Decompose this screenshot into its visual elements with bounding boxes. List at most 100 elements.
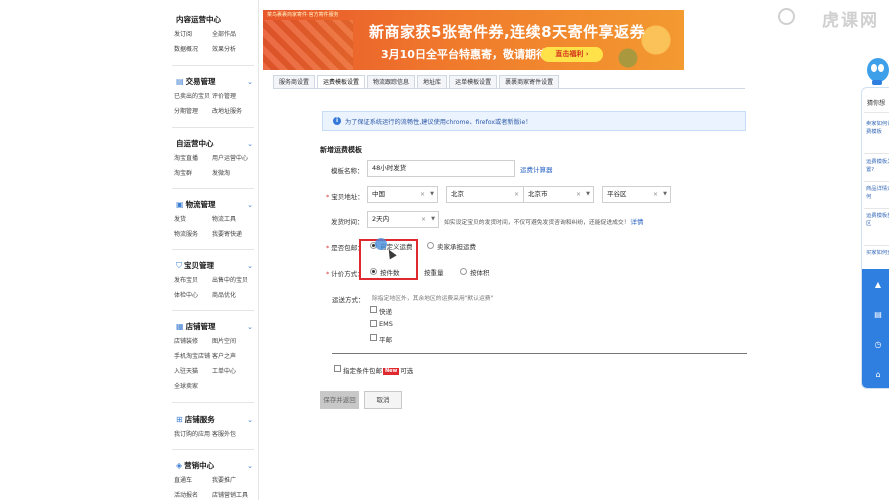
- tab-provider-settings[interactable]: 服务商设置: [273, 75, 316, 89]
- sidebar-link[interactable]: 我要寄快递: [212, 227, 262, 242]
- sidebar-link[interactable]: 淘宝直播: [174, 151, 212, 166]
- sidebar-link[interactable]: 物流工具: [212, 212, 262, 227]
- sidebar-link[interactable]: 数据概况: [174, 42, 212, 57]
- seller-pays-label[interactable]: 卖家承担运费: [437, 241, 476, 251]
- sidebar-link[interactable]: 店铺装修: [174, 334, 212, 349]
- sidebar-link[interactable]: 效果分析: [212, 42, 262, 57]
- ems-checkbox[interactable]: [370, 320, 377, 327]
- assistant-question[interactable]: 卖家如何设置运费模板: [866, 120, 889, 136]
- sidebar-link[interactable]: 图片空间: [212, 334, 262, 349]
- cancel-button[interactable]: 取消: [364, 391, 402, 409]
- country-select[interactable]: 中国 × ▼: [367, 186, 438, 203]
- sidebar-link[interactable]: 淘宝群: [174, 166, 212, 181]
- chevron-down-icon[interactable]: ⌄: [247, 75, 253, 89]
- sidebar-link[interactable]: 我要推广: [212, 473, 262, 488]
- surface-mail-label[interactable]: 平邮: [379, 334, 392, 344]
- sidebar-link[interactable]: 用户运营中心: [212, 151, 262, 166]
- surface-mail-checkbox[interactable]: [370, 334, 377, 341]
- template-name-input[interactable]: 48小时发货: [367, 160, 515, 177]
- assistant-panel: 猜你想 卖家如何设置运费模板 运费模板怎么设置? 商品详情运费如何 运费模板部分…: [861, 87, 889, 389]
- sidebar-link[interactable]: 发微淘: [212, 166, 262, 181]
- assistant-question[interactable]: 运费模板部分地区: [866, 212, 889, 228]
- chevron-down-icon[interactable]: ⌄: [247, 459, 253, 473]
- banner-button[interactable]: 直击福利 ›: [541, 47, 603, 62]
- sidebar-link[interactable]: 已卖出的宝贝: [174, 89, 212, 104]
- province-select[interactable]: 北京×▼: [446, 186, 532, 203]
- tab-guoguo-settings[interactable]: 裹裹商家寄件设置: [499, 75, 560, 89]
- city-select[interactable]: 北京市 × ▼: [523, 186, 594, 203]
- sidebar-link[interactable]: 出售中的宝贝: [212, 273, 262, 288]
- sidebar-link[interactable]: 手机淘宝店铺: [174, 349, 212, 364]
- promo-banner[interactable]: 菜鸟裹裹商家寄件·官方寄件服务 新商家获5张寄件券,连续8天寄件享返券 3月10…: [263, 10, 684, 70]
- calculator-link[interactable]: 运费计算器: [520, 164, 553, 174]
- assistant-chat-icon[interactable]: ▲: [872, 279, 884, 291]
- assistant-home-icon[interactable]: ⌂: [872, 369, 884, 381]
- sidebar-link[interactable]: 客户之声: [212, 349, 262, 364]
- express-checkbox[interactable]: [370, 306, 377, 313]
- assistant-question[interactable]: 买家如何查询: [866, 249, 889, 257]
- sidebar-link[interactable]: 我订购的应用: [174, 427, 212, 442]
- sidebar-link[interactable]: 全部作品: [212, 27, 262, 42]
- sidebar-link[interactable]: 物流服务: [174, 227, 212, 242]
- sidebar-link[interactable]: 发布宝贝: [174, 273, 212, 288]
- assistant-question[interactable]: 商品详情运费如何: [866, 185, 889, 201]
- by-volume-radio[interactable]: [460, 268, 467, 275]
- sidebar-section-title[interactable]: ⛉ 宝贝管理 ⌄: [167, 259, 259, 273]
- conditional-free-label[interactable]: 指定条件包邮 New 可选: [343, 365, 413, 375]
- sidebar-link[interactable]: 改地址服务: [212, 104, 262, 119]
- sidebar-link[interactable]: 工单中心: [212, 364, 262, 379]
- sidebar-link[interactable]: 直通车: [174, 473, 212, 488]
- sidebar-link[interactable]: 评价管理: [212, 89, 262, 104]
- sidebar-section-title[interactable]: ▤ 交易管理 ⌄: [167, 75, 259, 89]
- district-select[interactable]: 平谷区 × ▼: [602, 186, 671, 203]
- ship-time-select[interactable]: 2天内 × ▼: [367, 211, 439, 228]
- sidebar-section-title[interactable]: ▦ 店铺管理 ⌄: [167, 320, 259, 334]
- clear-icon[interactable]: ×: [420, 187, 425, 202]
- sidebar-link[interactable]: 商品优化: [212, 288, 262, 303]
- sidebar-section-title[interactable]: 内容运营中心: [167, 13, 259, 27]
- chevron-down-icon[interactable]: ⌄: [247, 198, 253, 212]
- assistant-doc-icon[interactable]: ▤: [872, 309, 884, 321]
- sidebar-section-title[interactable]: ⊞ 店铺服务 ⌄: [167, 413, 259, 427]
- ems-label[interactable]: EMS: [379, 320, 393, 328]
- assistant-mascot-icon[interactable]: [864, 52, 889, 86]
- sidebar-link[interactable]: 活动报名: [174, 488, 212, 500]
- chevron-down-icon[interactable]: ⌄: [247, 413, 253, 427]
- clear-icon[interactable]: ×: [576, 187, 581, 202]
- chevron-down-icon[interactable]: ⌄: [247, 137, 253, 151]
- chevron-down-icon[interactable]: ⌄: [247, 320, 253, 334]
- sidebar-link[interactable]: 体检中心: [174, 288, 212, 303]
- sidebar-link[interactable]: 发订阅: [174, 27, 212, 42]
- sidebar-section-title[interactable]: 自运营中心 ⌄: [167, 137, 259, 151]
- by-weight-label[interactable]: 按重量: [424, 267, 444, 277]
- method-hint: 除指定地区外，其余地区的运费采用"默认运费": [372, 296, 494, 302]
- details-link[interactable]: 详情: [631, 218, 644, 226]
- trade-icon: ▤: [176, 77, 184, 86]
- assistant-question[interactable]: 运费模板怎么设置?: [866, 158, 889, 174]
- sidebar-link[interactable]: 店铺营销工具: [212, 488, 262, 500]
- cursor-highlight: [375, 238, 387, 250]
- sidebar-link[interactable]: 客服外包: [212, 427, 262, 442]
- tab-waybill-template[interactable]: 运单模板设置: [449, 75, 498, 89]
- sidebar-section-title[interactable]: ◈ 营销中心 ⌄: [167, 459, 259, 473]
- sidebar: 内容运营中心 发订阅 全部作品 数据概况 效果分析 ▤ 交易管理 ⌄ 已卖出的宝贝 …: [167, 0, 259, 500]
- assistant-clock-icon[interactable]: ◷: [872, 339, 884, 351]
- sidebar-link[interactable]: 入驻天猫: [174, 364, 212, 379]
- express-label[interactable]: 快递: [379, 306, 392, 316]
- sidebar-link[interactable]: 全球卖家: [174, 379, 212, 394]
- by-volume-label[interactable]: 按体积: [470, 267, 490, 277]
- tab-address-book[interactable]: 地址库: [417, 75, 448, 89]
- conditional-free-checkbox[interactable]: [334, 365, 341, 372]
- seller-pays-radio[interactable]: [427, 242, 434, 249]
- save-and-return-button[interactable]: 保存并返回: [320, 391, 359, 409]
- sidebar-link[interactable]: 分期管理: [174, 104, 212, 119]
- sidebar-link[interactable]: 发货: [174, 212, 212, 227]
- chevron-down-icon[interactable]: ⌄: [247, 259, 253, 273]
- clear-icon[interactable]: ×: [653, 187, 658, 202]
- tab-freight-template[interactable]: 运费模板设置: [317, 75, 366, 89]
- clear-icon[interactable]: ×: [514, 187, 519, 202]
- tab-tracking-info[interactable]: 物流跟踪信息: [367, 75, 416, 89]
- clear-icon[interactable]: ×: [421, 212, 426, 227]
- sidebar-section-goods: ⛉ 宝贝管理 ⌄ 发布宝贝 出售中的宝贝 体检中心 商品优化: [167, 259, 259, 303]
- sidebar-section-title[interactable]: ▣ 物流管理 ⌄: [167, 198, 259, 212]
